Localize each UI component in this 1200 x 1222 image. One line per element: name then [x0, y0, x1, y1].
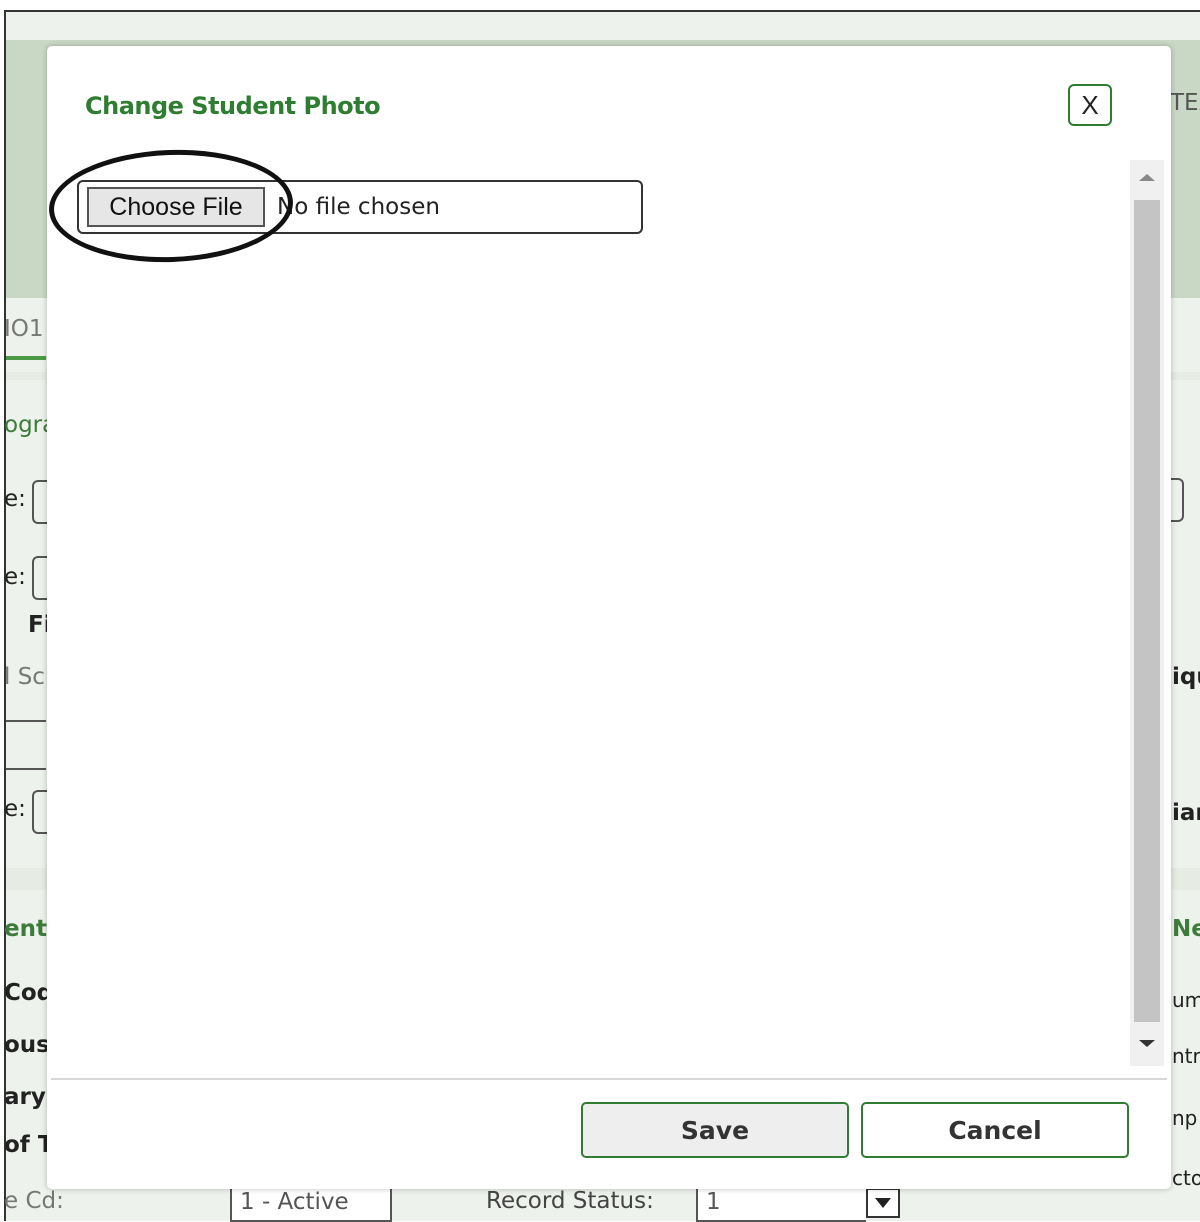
bg-tab-indicator [6, 356, 46, 360]
file-input[interactable]: Choose File No file chosen [77, 180, 643, 234]
scroll-down-arrow-icon[interactable] [1139, 1040, 1155, 1047]
status-code-label: e Cd: [4, 1188, 64, 1214]
file-status-text: No file chosen [277, 194, 440, 220]
save-button[interactable]: Save [581, 1102, 849, 1158]
bg-fragment: TEX [1170, 90, 1200, 116]
bg-fragment: ous [4, 1032, 50, 1058]
bg-fragment: l Sc [4, 664, 45, 690]
bg-fragment: np [1172, 1106, 1198, 1130]
bg-fragment: um [1172, 988, 1200, 1012]
scroll-up-arrow-icon[interactable] [1139, 174, 1155, 181]
chevron-down-icon [875, 1198, 891, 1208]
dialog-scrollbar[interactable] [1130, 160, 1164, 1066]
bg-fragment: Cod [4, 980, 54, 1006]
footer-divider [51, 1078, 1167, 1080]
bg-fragment: e: [4, 564, 26, 590]
bg-input-edge[interactable] [32, 790, 48, 834]
bg-fragment: e: [4, 796, 26, 822]
scroll-thumb[interactable] [1134, 200, 1160, 1022]
record-status-label: Record Status: [486, 1188, 654, 1214]
bg-input-edge[interactable] [6, 720, 46, 770]
record-status-dropdown[interactable] [866, 1188, 900, 1218]
bg-fragment: Nex [1172, 916, 1200, 942]
bg-fragment: ian [1172, 800, 1200, 826]
bg-fragment: iqu [1172, 664, 1200, 690]
dialog-title: Change Student Photo [85, 92, 381, 120]
bg-fragment: e: [4, 486, 26, 512]
bg-input-edge[interactable] [32, 556, 48, 600]
close-button[interactable]: X [1068, 84, 1112, 126]
record-status-field[interactable]: 1 [696, 1186, 866, 1222]
bg-fragment: ary [4, 1084, 46, 1110]
bg-fragment: ent [4, 916, 47, 942]
cancel-button[interactable]: Cancel [861, 1102, 1129, 1158]
status-code-field[interactable]: 1 - Active [230, 1186, 392, 1222]
bg-tab-label[interactable]: IO1 [4, 316, 44, 342]
choose-file-button[interactable]: Choose File [87, 187, 265, 227]
bg-fragment: ntrl [1172, 1044, 1200, 1068]
change-photo-dialog: Change Student Photo X Choose File No fi… [47, 46, 1171, 1189]
bg-input-edge[interactable] [32, 480, 48, 524]
bg-fragment: cto [1172, 1166, 1200, 1190]
